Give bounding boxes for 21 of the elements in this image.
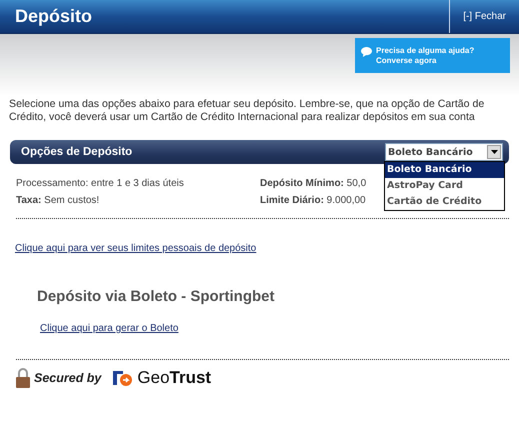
method-heading: Depósito via Boleto - Sportingbet — [37, 288, 275, 305]
geotrust-logo-icon — [113, 369, 134, 387]
dropdown-option[interactable]: Boleto Bancário — [385, 162, 504, 178]
panel-title: Opções de Depósito — [21, 146, 132, 158]
window-title: Depósito — [14, 6, 92, 27]
secured-by-label: Secured by — [34, 371, 102, 385]
limits-link[interactable]: Clique aqui para ver seus limites pessoais de depósito — [15, 243, 256, 254]
intro-paragraph: Selecione uma das opções abaixo para efetuar seu depósito. Lembre-se, que na opção de Cartão de Crédito, você deverá usar um Cartão de Crédito Internacional para realizar depósitos em sua conta — [9, 98, 486, 124]
close-link[interactable]: [-] Fechar — [449, 0, 519, 33]
padlock-icon — [16, 368, 30, 388]
info-text: Taxa: Sem custos! — [16, 195, 100, 206]
dropdown-option[interactable]: AstroPay Card — [385, 178, 504, 194]
info-text: Processamento: entre 1 e 3 dias úteis — [16, 178, 184, 189]
generate-boleto-link[interactable]: Clique aqui para gerar o Boleto — [40, 323, 178, 334]
payment-method-dropdown[interactable]: Boleto Bancário — [385, 143, 503, 161]
dropdown-option[interactable]: Cartão de Crédito — [385, 194, 504, 210]
speech-bubble-icon — [361, 47, 372, 57]
info-text: Depósito Mínimo: 50,0 — [260, 178, 366, 189]
geotrust-wordmark: GeoTrust — [137, 368, 212, 388]
info-text: Limite Diário: 9.000,00 — [260, 195, 366, 206]
dropdown-arrow-icon — [490, 150, 498, 154]
